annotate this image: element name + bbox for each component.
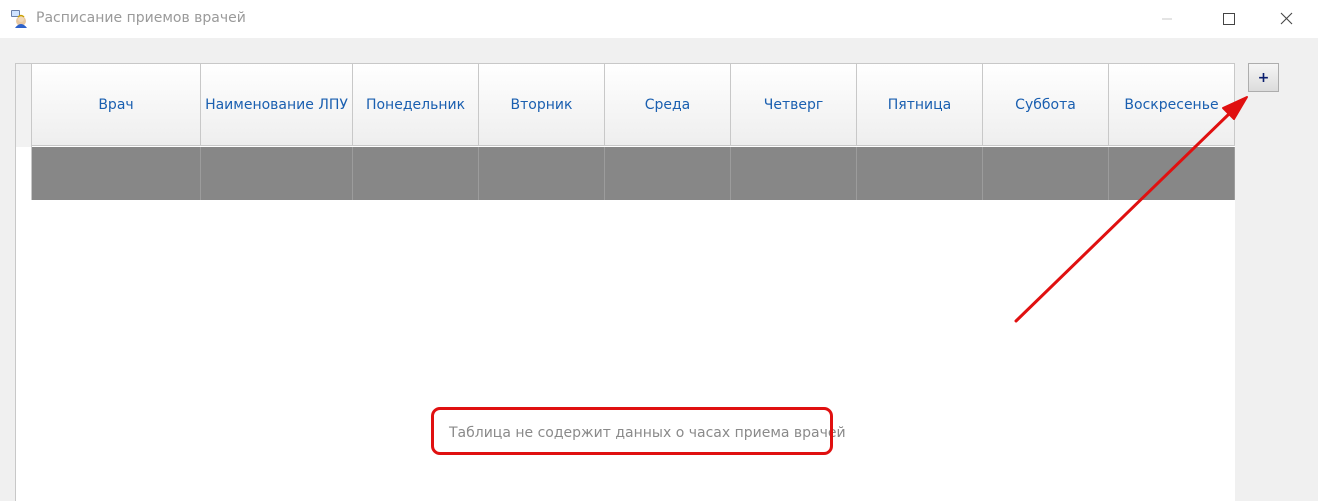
column-header-friday[interactable]: Пятница bbox=[857, 64, 983, 146]
app-icon bbox=[11, 10, 27, 28]
table-cell[interactable] bbox=[731, 147, 857, 200]
column-header-tuesday[interactable]: Вторник bbox=[479, 64, 605, 146]
column-header-wednesday[interactable]: Среда bbox=[605, 64, 731, 146]
title-bar: Расписание приемов врачей bbox=[0, 0, 1318, 38]
table-cell[interactable] bbox=[353, 147, 479, 200]
annotation-highlight-box bbox=[431, 407, 833, 455]
table-row[interactable] bbox=[32, 147, 1235, 200]
add-button[interactable]: + bbox=[1248, 63, 1279, 92]
close-icon[interactable] bbox=[1262, 0, 1308, 38]
table-cell[interactable] bbox=[479, 147, 605, 200]
column-header-monday[interactable]: Понедельник bbox=[353, 64, 479, 146]
table-cell[interactable] bbox=[605, 147, 731, 200]
table-cell[interactable] bbox=[201, 147, 353, 200]
column-header-saturday[interactable]: Суббота bbox=[983, 64, 1109, 146]
column-header-row: Врач Наименование ЛПУ Понедельник Вторни… bbox=[32, 64, 1235, 146]
window-title: Расписание приемов врачей bbox=[36, 10, 246, 26]
column-header-sunday[interactable]: Воскресенье bbox=[1109, 64, 1235, 146]
table-cell[interactable] bbox=[983, 147, 1109, 200]
table-cell[interactable] bbox=[1109, 147, 1235, 200]
app-window: Расписание приемов врачей Врач Наименова… bbox=[0, 0, 1318, 501]
column-header-thursday[interactable]: Четверг bbox=[731, 64, 857, 146]
row-selector[interactable] bbox=[16, 147, 32, 200]
table-cell[interactable] bbox=[32, 147, 201, 200]
column-header-doctor[interactable]: Врач bbox=[32, 64, 201, 146]
minimize-icon[interactable] bbox=[1146, 0, 1192, 38]
column-header-clinic[interactable]: Наименование ЛПУ bbox=[201, 64, 353, 146]
table-cell[interactable] bbox=[857, 147, 983, 200]
maximize-icon[interactable] bbox=[1205, 0, 1251, 38]
